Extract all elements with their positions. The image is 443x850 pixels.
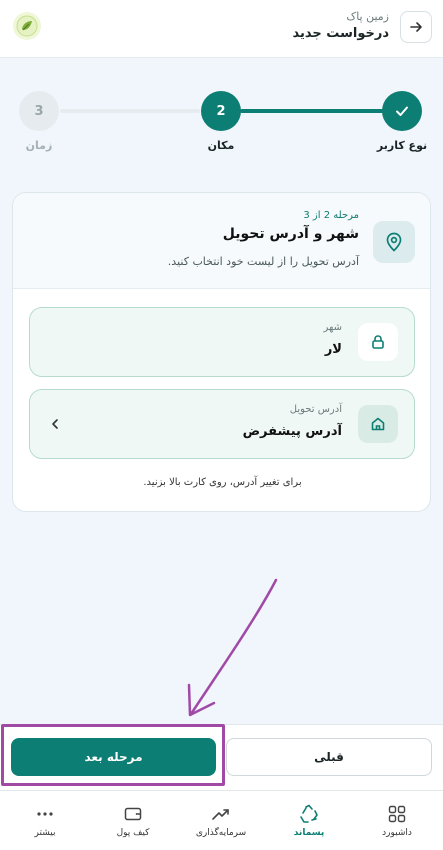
card-header: مرحله 2 از 3 شهر و آدرس تحویل آدرس تحویل…: [13, 193, 430, 289]
step-counter: مرحله 2 از 3: [303, 210, 359, 221]
city-label: شهر: [323, 322, 342, 333]
nav-item-wallet[interactable]: کیف پول: [89, 791, 177, 850]
step-label-location: مکان: [207, 139, 235, 152]
change-address-hint: برای تغییر آدرس، روی کارت بالا بزنید.: [143, 477, 302, 488]
card-title: شهر و آدرس تحویل: [222, 226, 359, 242]
annotation-highlight-box: [1, 724, 225, 786]
city-value: لار: [324, 342, 342, 357]
app-subtitle: زمین پاک: [346, 10, 389, 23]
address-label: آدرس تحویل: [289, 404, 342, 415]
nav-item-more[interactable]: بیشتر: [1, 791, 89, 850]
back-button[interactable]: [400, 11, 432, 43]
nav-label-dashboard: داشبورد: [382, 828, 412, 838]
address-card: مرحله 2 از 3 شهر و آدرس تحویل آدرس تحویل…: [12, 192, 431, 512]
nav-item-waste[interactable]: پسماند: [265, 791, 353, 850]
nav-label-wallet: کیف پول: [116, 828, 150, 838]
top-app-bar: زمین پاک درخواست جدید: [0, 0, 443, 58]
bottom-navigation: داشبورد پسماند سرمایه‌گذاری: [0, 790, 443, 850]
check-icon: [396, 106, 408, 116]
previous-button[interactable]: قبلی: [226, 738, 432, 776]
address-value: آدرس پیشفرض: [242, 424, 342, 439]
step-circle-active[interactable]: 2: [201, 91, 241, 131]
nav-item-dashboard[interactable]: داشبورد: [353, 791, 441, 850]
page-title: درخواست جدید: [292, 26, 389, 41]
location-pin-icon: [373, 221, 415, 263]
step-circle-done[interactable]: [382, 91, 422, 131]
card-description: آدرس تحویل را از لیست خود انتخاب کنید.: [167, 255, 359, 268]
grid-icon: [387, 804, 407, 824]
recycle-icon: [299, 804, 319, 824]
nav-item-investment[interactable]: سرمایه‌گذاری: [177, 791, 265, 850]
address-field[interactable]: آدرس تحویل آدرس پیشفرض: [29, 389, 415, 459]
trending-up-icon: [211, 804, 231, 824]
step-connector-done: [240, 109, 386, 113]
step-label-time: زمان: [25, 139, 53, 152]
home-icon: [358, 405, 398, 443]
city-field[interactable]: شهر لار: [29, 307, 415, 377]
nav-label-waste: پسماند: [293, 828, 325, 838]
progress-stepper: 2 3 نوع کاربر مکان زمان: [0, 88, 443, 158]
step-circle-pending[interactable]: 3: [19, 91, 59, 131]
step-label-user-type: نوع کاربر: [376, 139, 428, 152]
nav-label-more: بیشتر: [34, 828, 56, 838]
leaf-logo: [13, 12, 41, 40]
wallet-icon: [123, 804, 143, 824]
chevron-left-icon[interactable]: [48, 416, 62, 432]
step-connector-pending: [60, 109, 200, 113]
nav-label-investment: سرمایه‌گذاری: [195, 828, 247, 838]
lock-icon: [358, 323, 398, 361]
more-icon: [35, 804, 55, 824]
arrow-right-icon: [410, 22, 422, 32]
